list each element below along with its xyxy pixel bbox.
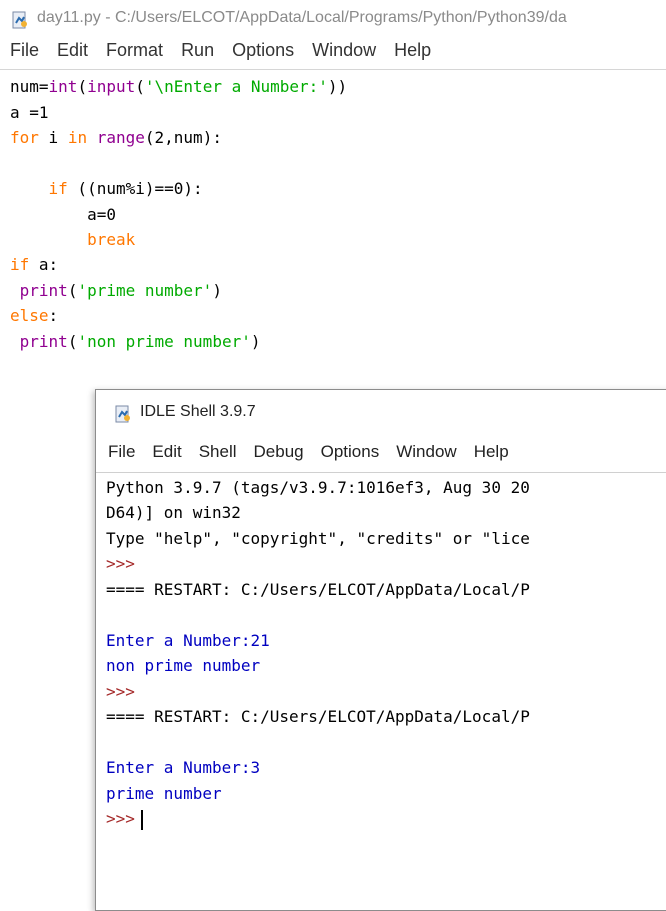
code-line: for i in range(2,num): <box>10 128 222 147</box>
shell-menubar: File Edit Shell Debug Options Window Hel… <box>96 442 526 470</box>
menu-run[interactable]: Run <box>181 40 214 68</box>
python-file-icon <box>12 11 27 29</box>
python-shell-icon <box>115 405 130 423</box>
shell-line: ==== RESTART: C:/Users/ELCOT/AppData/Loc… <box>106 580 530 599</box>
menu-file[interactable]: File <box>10 40 39 68</box>
shell-line: non prime number <box>106 656 261 675</box>
menu-format[interactable]: Format <box>106 40 163 68</box>
text-cursor <box>140 809 143 830</box>
shell-window-title: IDLE Shell 3.9.7 <box>140 403 256 420</box>
shell-menu-options[interactable]: Options <box>321 442 380 470</box>
shell-line: Type "help", "copyright", "credits" or "… <box>106 529 530 548</box>
shell-line: Python 3.9.7 (tags/v3.9.7:1016ef3, Aug 3… <box>106 478 530 497</box>
shell-line: Enter a Number:3 <box>106 758 261 777</box>
shell-line: prime number <box>106 784 222 803</box>
shell-output[interactable]: Python 3.9.7 (tags/v3.9.7:1016ef3, Aug 3… <box>96 472 666 911</box>
shell-line: ==== RESTART: C:/Users/ELCOT/AppData/Loc… <box>106 707 530 726</box>
code-line: print('prime number') <box>19 281 222 300</box>
shell-menu-edit[interactable]: Edit <box>152 442 181 470</box>
menu-edit[interactable]: Edit <box>57 40 88 68</box>
shell-menu-file[interactable]: File <box>108 442 135 470</box>
shell-input-line[interactable]: >>> <box>106 806 143 832</box>
code-line: num=int(input('\nEnter a Number:')) <box>10 77 348 96</box>
shell-menu-window[interactable]: Window <box>396 442 456 470</box>
code-line: a =1 <box>10 103 49 122</box>
code-line: else: <box>10 306 59 325</box>
menu-window[interactable]: Window <box>312 40 376 68</box>
shell-menu-help[interactable]: Help <box>474 442 509 470</box>
editor-titlebar: day11.py - C:/Users/ELCOT/AppData/Local/… <box>0 0 666 40</box>
shell-titlebar[interactable]: IDLE Shell 3.9.7 <box>96 390 666 436</box>
shell-menu-debug[interactable]: Debug <box>254 442 304 470</box>
shell-menu-shell[interactable]: Shell <box>199 442 237 470</box>
menu-help[interactable]: Help <box>394 40 431 68</box>
code-line: if ((num%i)==0): <box>48 179 203 198</box>
menu-options[interactable]: Options <box>232 40 294 68</box>
code-line: print('non prime number') <box>19 332 261 351</box>
shell-prompt: >>> <box>106 682 135 701</box>
shell-line: D64)] on win32 <box>106 503 241 522</box>
shell-prompt: >>> <box>106 554 135 573</box>
idle-shell-window[interactable]: IDLE Shell 3.9.7 File Edit Shell Debug O… <box>95 389 666 911</box>
shell-prompt: >>> <box>106 809 135 828</box>
editor-menubar: File Edit Format Run Options Window Help <box>0 40 666 68</box>
shell-line: Enter a Number:21 <box>106 631 270 650</box>
code-line: a=0 <box>10 205 116 224</box>
editor-window-title: day11.py - C:/Users/ELCOT/AppData/Local/… <box>37 9 567 26</box>
code-line: if a: <box>10 255 59 274</box>
code-line: break <box>87 230 136 249</box>
